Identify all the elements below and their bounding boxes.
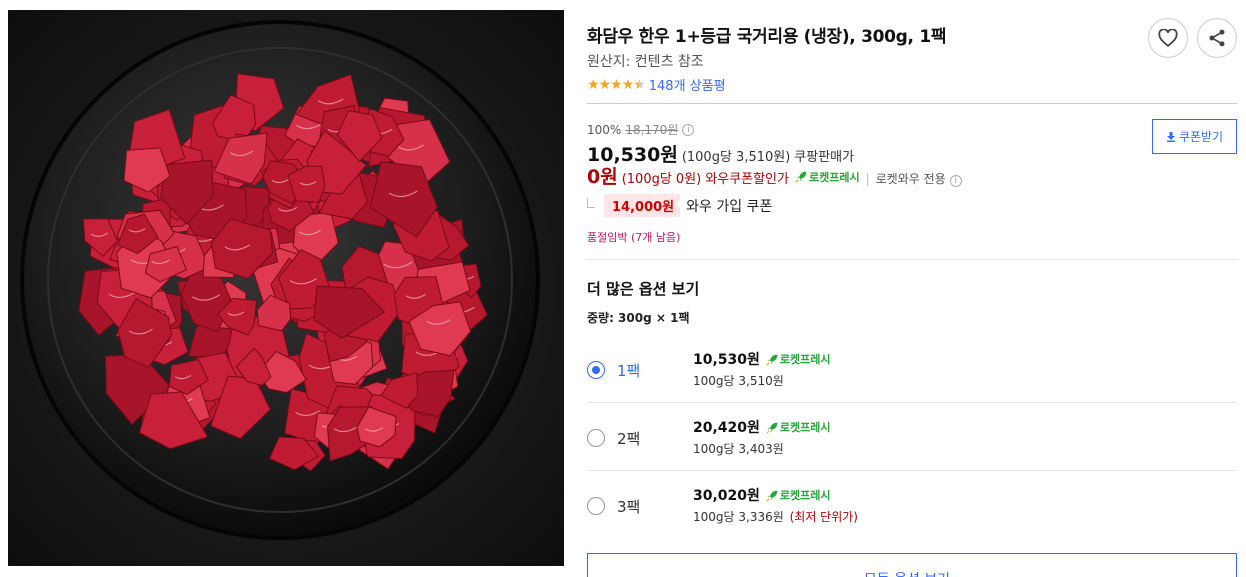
wow-price-line: 0원 (100g당 0원) 와우쿠폰할인가 로켓프레시 | 로켓와우 전용 i [587, 162, 962, 189]
download-coupon-button[interactable]: 쿠폰받기 [1152, 119, 1237, 154]
wow-price: 0원 [587, 166, 618, 188]
wow-price-type: 와우쿠폰할인가 [705, 172, 789, 187]
option-name: 1팩 [617, 362, 641, 380]
info-icon[interactable]: i [682, 123, 695, 136]
option-name: 3팩 [617, 498, 641, 516]
discount-rate: 100% [587, 122, 622, 137]
wow-unit-price: (100g당 0원) [621, 172, 702, 187]
product-title: 화담우 한우 1+등급 국거리용 (냉장), 300g, 1팩 [587, 27, 947, 47]
rocket-icon [766, 422, 778, 434]
product-info: 화담우 한우 1+등급 국거리용 (냉장), 300g, 1팩 원산지: 컨텐츠… [587, 0, 1237, 577]
rocket-icon [766, 490, 778, 502]
rating[interactable]: ★★★★★ 148개 상품평 [587, 75, 726, 95]
options-weight-label: 중량: 300g × 1팩 [587, 311, 690, 325]
rocket-icon [766, 354, 778, 366]
rocket-fresh-badge: 로켓프레시 [766, 351, 831, 367]
coupon-description: 와우 가입 쿠폰 [686, 198, 773, 215]
share-icon [1209, 29, 1225, 47]
heart-icon [1158, 29, 1178, 47]
rocket-wow-only: 로켓와우 전용 [875, 172, 946, 186]
product-image [8, 10, 564, 566]
original-price: 18,170원 [625, 123, 679, 137]
divider [587, 103, 1237, 104]
rocket-fresh-badge: 로켓프레시 [766, 419, 831, 435]
option-row[interactable]: 1팩 10,530원 로켓프레시 100g당 3,510원 [587, 335, 1237, 403]
option-radio[interactable] [587, 429, 605, 447]
branch-line [587, 197, 595, 208]
rocket-fresh-badge: 로켓프레시 [766, 487, 831, 503]
option-radio[interactable] [587, 361, 605, 379]
wishlist-button[interactable] [1148, 18, 1188, 58]
option-radio[interactable] [587, 497, 605, 515]
rocket-fresh-badge: 로켓프레시 [795, 169, 860, 185]
option-unit-price: 100g당 3,336원 (최저 단위가) [693, 510, 858, 524]
option-row[interactable]: 2팩 20,420원 로켓프레시 100g당 3,403원 [587, 403, 1237, 471]
option-row[interactable]: 3팩 30,020원 로켓프레시 100g당 3,336원 (최저 단위가) [587, 471, 1237, 539]
share-button[interactable] [1197, 18, 1237, 58]
option-price-line: 20,420원 로켓프레시 [693, 417, 831, 437]
option-price: 10,530원 [693, 352, 760, 368]
option-price: 30,020원 [693, 488, 760, 504]
option-price: 20,420원 [693, 420, 760, 436]
rocket-icon [795, 171, 807, 183]
separator: | [865, 172, 870, 186]
option-name: 2팩 [617, 430, 641, 448]
option-unit-price: 100g당 3,510원 [693, 374, 784, 388]
option-price-line: 30,020원 로켓프레시 [693, 485, 831, 505]
all-options-button[interactable]: 모든 옵션 보기 › [587, 553, 1237, 577]
coupon-row: 14,000원 와우 가입 쿠폰 [587, 194, 772, 217]
review-count-link[interactable]: 148개 상품평 [649, 75, 726, 94]
info-icon[interactable]: i [949, 175, 962, 187]
option-price-line: 10,530원 로켓프레시 [693, 349, 831, 369]
download-icon [1166, 131, 1175, 142]
options-heading: 더 많은 옵션 보기 [587, 280, 700, 298]
stock-warning: 품절임박 (7개 남음) [587, 231, 681, 244]
option-unit-price: 100g당 3,403원 [693, 442, 784, 456]
coupon-amount-tag: 14,000원 [604, 194, 685, 217]
divider [587, 259, 1237, 260]
product-origin: 원산지: 컨텐츠 참조 [587, 54, 704, 70]
rating-stars: ★★★★★ [587, 76, 646, 93]
discount-line: 100% 18,170원 i [587, 121, 695, 138]
